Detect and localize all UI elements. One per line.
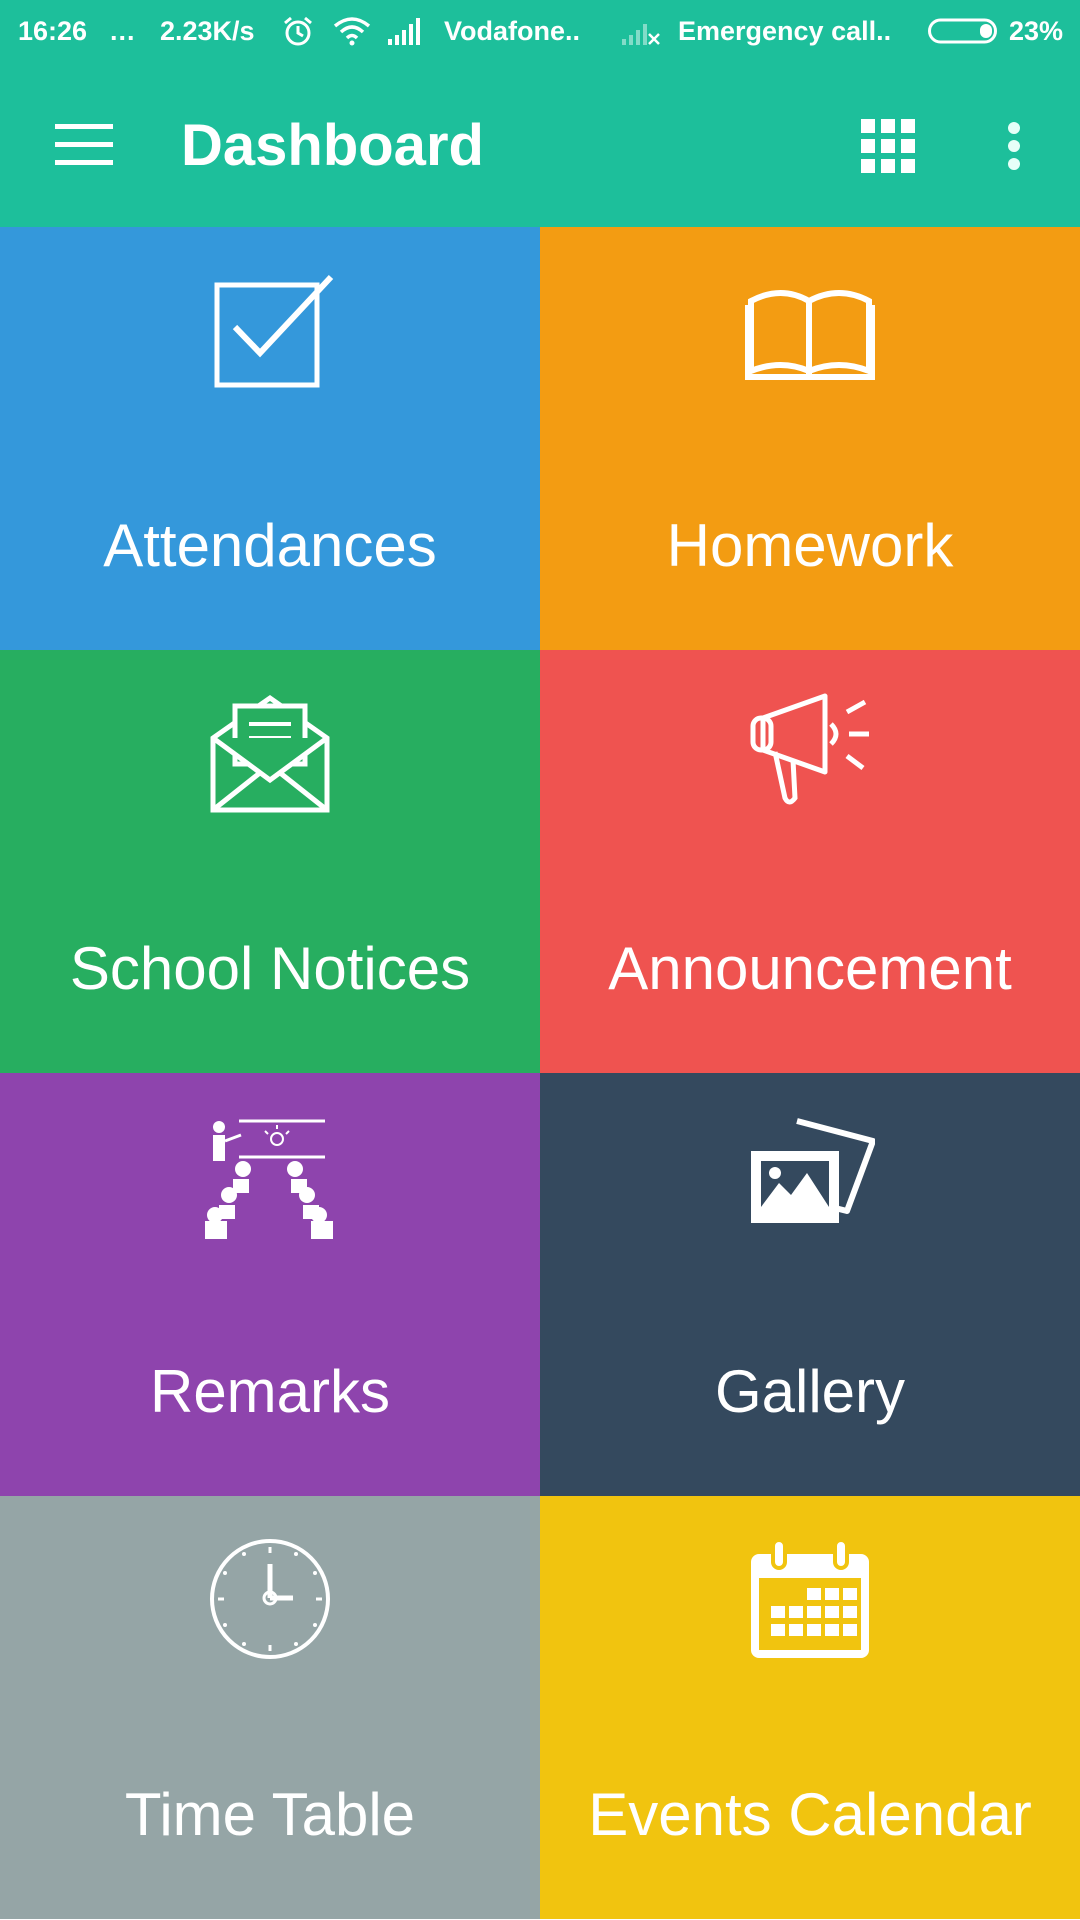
tile-gallery[interactable]: Gallery [540,1073,1080,1496]
app-header: 16:26 ... 2.23K/s Vodafone.. Emergency c… [0,0,1080,227]
mail-icon [0,688,540,818]
calendar-icon [540,1534,1080,1664]
signal-icon [388,14,426,48]
tile-announcement[interactable]: Announcement [540,650,1080,1073]
tile-label: Gallery [714,1358,906,1425]
status-time: 16:26 [18,15,88,46]
wifi-icon [333,14,371,48]
status-emergency: Emergency call.. [678,15,892,46]
classroom-icon [0,1111,540,1241]
status-bar: 16:26 ... 2.23K/s Vodafone.. Emergency c… [0,0,1080,62]
signal-off-icon [622,14,662,48]
status-network-speed: 2.23K/s [160,15,255,46]
tile-label: School Notices [69,935,471,1002]
grid-icon[interactable] [852,110,924,182]
tile-time-table[interactable]: Time Table [0,1496,540,1919]
book-icon [540,265,1080,395]
tile-label: Attendances [103,512,437,579]
menu-icon[interactable] [44,112,124,178]
tile-school-notices[interactable]: School Notices [0,650,540,1073]
megaphone-icon [540,688,1080,818]
status-dots: ... [110,15,136,46]
tile-homework[interactable]: Homework [540,227,1080,650]
dashboard-grid: Attendances Homework School Notices Anno… [0,227,1080,1920]
checkbox-icon [0,265,540,395]
status-carrier: Vodafone.. [444,15,581,46]
tile-label: Events Calendar [588,1781,1032,1848]
clock-icon [0,1534,540,1664]
page-title: Dashboard [181,113,484,178]
tile-label: Homework [666,512,954,579]
tile-events-calendar[interactable]: Events Calendar [540,1496,1080,1919]
tile-attendances[interactable]: Attendances [0,227,540,650]
tile-label: Remarks [149,1358,391,1425]
tile-label: Announcement [608,935,1012,1002]
alarm-icon [282,14,314,48]
tile-remarks[interactable]: Remarks [0,1073,540,1496]
battery-icon [928,14,1000,48]
photos-icon [540,1111,1080,1241]
tile-label: Time Table [124,1781,416,1848]
status-battery: 23% [1009,15,1064,46]
more-vert-icon[interactable] [990,110,1038,182]
toolbar: Dashboard [0,62,1080,227]
